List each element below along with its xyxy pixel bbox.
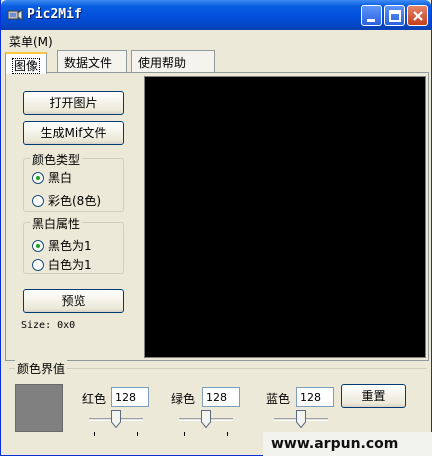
group-title: 黑白属性 xyxy=(30,215,83,232)
red-label: 红色 xyxy=(82,392,107,406)
tab-image[interactable]: 图像 xyxy=(5,52,47,74)
radio-black-1[interactable]: 黑色为1 xyxy=(32,237,92,254)
radio-circle xyxy=(32,172,44,184)
group-title: 颜色类型 xyxy=(30,151,83,168)
preview-button[interactable]: 预览 xyxy=(23,289,124,313)
threshold-group-line xyxy=(9,368,427,369)
open-image-button[interactable]: 打开图片 xyxy=(23,91,124,115)
image-preview-canvas xyxy=(144,76,426,358)
tab-label: 图像 xyxy=(12,58,41,74)
slider-thumb[interactable] xyxy=(296,410,307,428)
radio-label: 白色为1 xyxy=(48,258,92,272)
threshold-group-title: 颜色界值 xyxy=(15,360,68,377)
radio-white-1[interactable]: 白色为1 xyxy=(32,256,92,273)
blue-label: 蓝色 xyxy=(266,392,291,406)
minimize-button[interactable] xyxy=(361,5,382,26)
tab-data-file[interactable]: 数据文件 xyxy=(57,50,127,72)
tab-label: 数据文件 xyxy=(64,56,113,70)
red-value-input[interactable] xyxy=(111,387,149,407)
tab-help[interactable]: 使用帮助 xyxy=(131,50,215,72)
radio-circle xyxy=(32,259,44,271)
color-swatch xyxy=(15,384,63,432)
slider-thumb[interactable] xyxy=(201,410,212,428)
main-window: Pic2Mif 菜单(M) 数据文件 使用帮助 图像 打开图片 生成Mif文件 … xyxy=(0,0,432,456)
title-bar[interactable]: Pic2Mif xyxy=(1,0,431,30)
menu-bar: 菜单(M) xyxy=(1,30,431,50)
radio-label: 彩色(8色) xyxy=(48,194,101,208)
reset-button[interactable]: 重置 xyxy=(341,384,406,408)
maximize-button[interactable] xyxy=(384,5,405,26)
slider-tick xyxy=(94,432,95,436)
radio-bw[interactable]: 黑白 xyxy=(32,169,72,186)
red-slider[interactable] xyxy=(89,410,143,440)
radio-color-8[interactable]: 彩色(8色) xyxy=(32,192,101,209)
slider-thumb[interactable] xyxy=(111,410,122,428)
blue-value-input[interactable] xyxy=(296,387,334,407)
green-slider[interactable] xyxy=(179,410,233,440)
radio-label: 黑白 xyxy=(48,171,73,185)
slider-tick xyxy=(184,432,185,436)
menu-item-main[interactable]: 菜单(M) xyxy=(9,33,53,50)
slider-tick xyxy=(227,432,228,436)
slider-tick xyxy=(137,432,138,436)
tab-label: 使用帮助 xyxy=(138,56,187,70)
generate-mif-button[interactable]: 生成Mif文件 xyxy=(23,121,124,145)
window-title: Pic2Mif xyxy=(27,7,82,22)
color-type-group: 颜色类型 黑白 彩色(8色) xyxy=(23,151,124,212)
green-label: 绿色 xyxy=(171,392,196,406)
size-readout: Size: 0x0 xyxy=(21,320,76,331)
close-button[interactable] xyxy=(407,5,428,26)
app-icon xyxy=(7,7,23,23)
radio-circle xyxy=(32,195,44,207)
bw-attribute-group: 黑白属性 黑色为1 白色为1 xyxy=(23,215,124,274)
watermark-text: www.arpun.com xyxy=(263,432,432,456)
green-value-input[interactable] xyxy=(202,387,240,407)
radio-circle xyxy=(32,240,44,252)
radio-label: 黑色为1 xyxy=(48,239,92,253)
